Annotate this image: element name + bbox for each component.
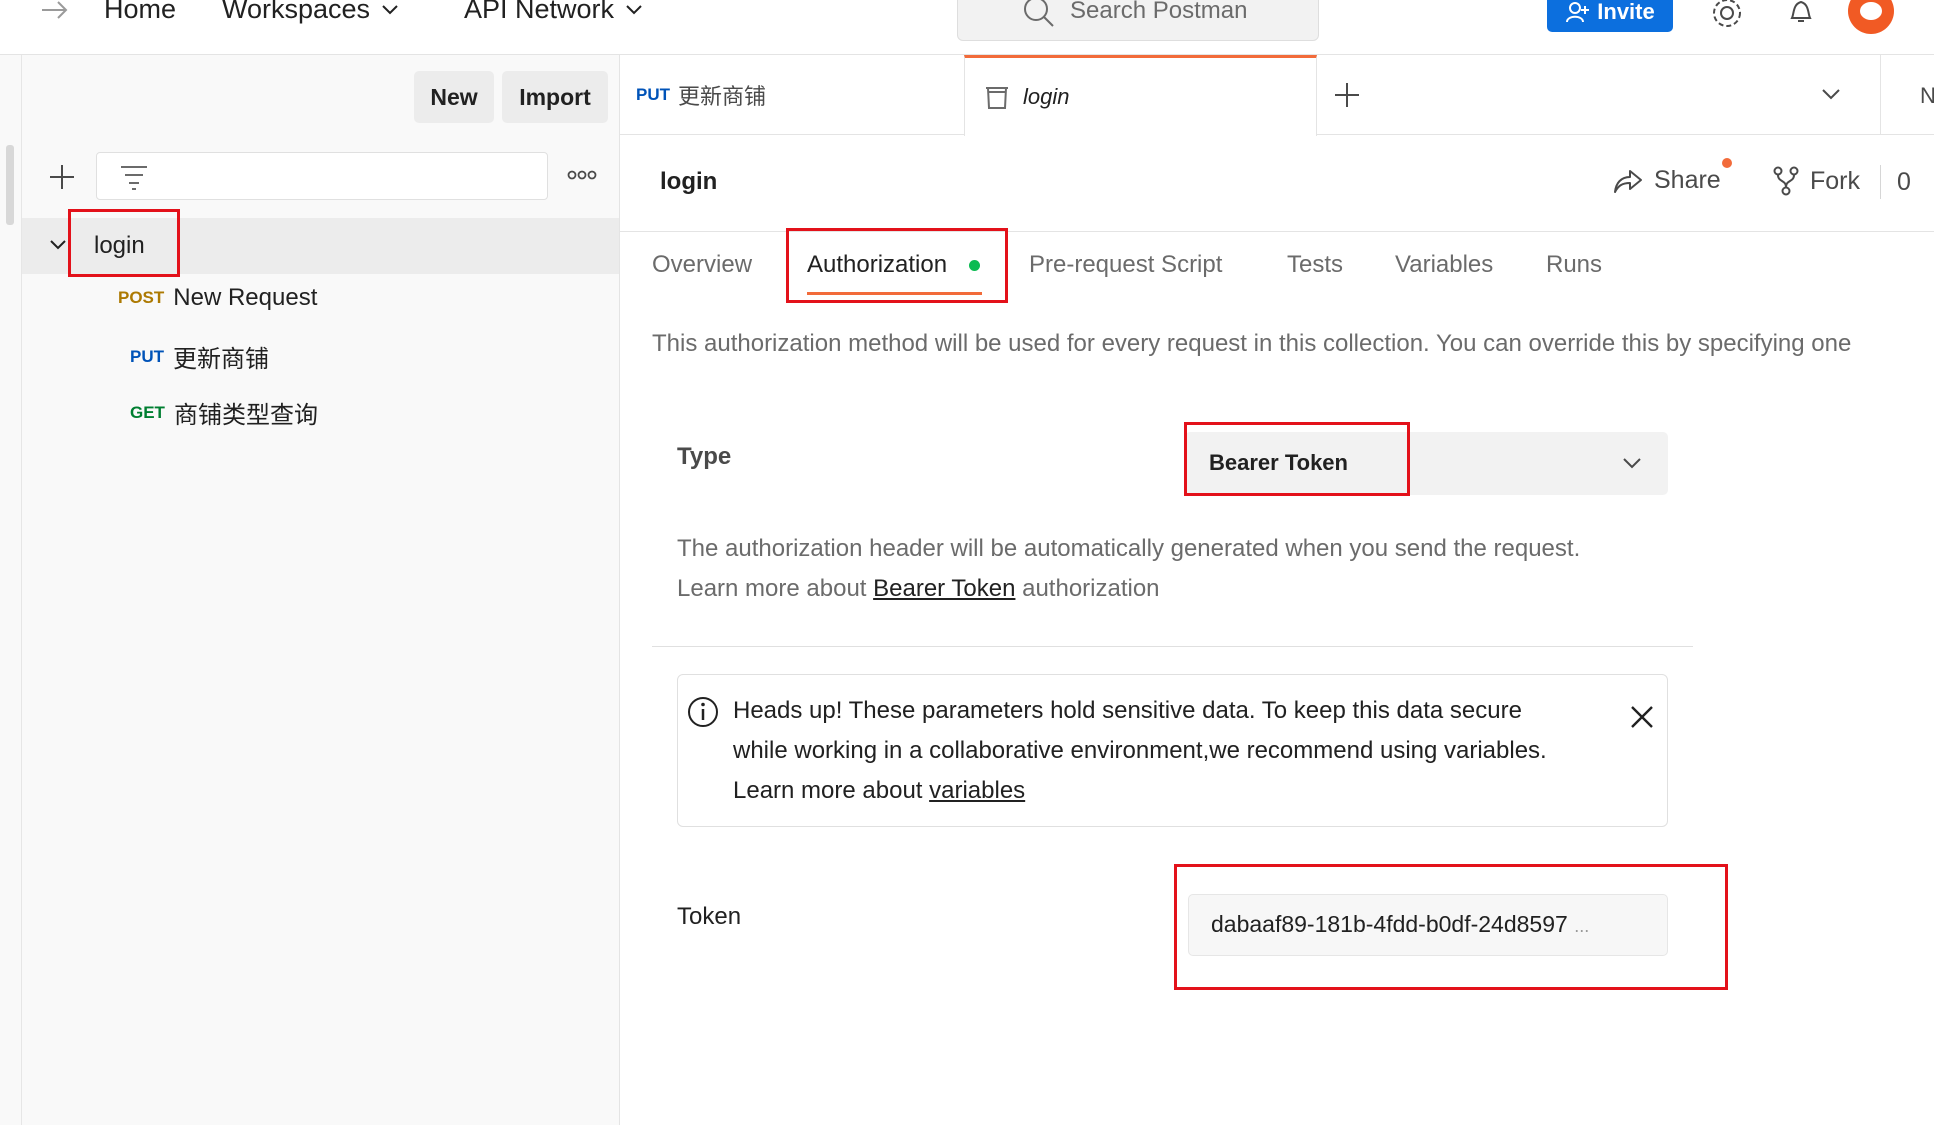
auth-help-learn-more: Learn more about Bearer Token authorizat… bbox=[677, 575, 1160, 603]
invite-button[interactable]: Invite bbox=[1547, 0, 1673, 32]
fork-icon bbox=[1773, 166, 1799, 196]
tab-runs[interactable]: Runs bbox=[1546, 251, 1602, 279]
bearer-token-link[interactable]: Bearer Token bbox=[873, 575, 1015, 602]
nav-home-label: Home bbox=[104, 0, 177, 24]
divider bbox=[1880, 165, 1881, 199]
active-tab-indicator bbox=[807, 292, 982, 295]
filter-input[interactable] bbox=[96, 152, 548, 200]
nav-home[interactable]: Home bbox=[104, 0, 176, 25]
learn-more-prefix: Learn more about bbox=[677, 575, 874, 602]
notification-dot bbox=[1722, 158, 1732, 168]
fork-button[interactable]: Fork bbox=[1772, 166, 1860, 196]
new-button-label: New bbox=[430, 83, 478, 110]
sensitive-data-alert: Heads up! These parameters hold sensitiv… bbox=[677, 674, 1668, 827]
import-button[interactable]: Import bbox=[502, 71, 608, 123]
token-text: dabaaf89-181b-4fdd-b0df-24d8597 bbox=[1211, 911, 1568, 937]
fork-count: 0 bbox=[1897, 168, 1911, 196]
tab-variables[interactable]: Variables bbox=[1395, 251, 1493, 279]
more-options-icon[interactable] bbox=[566, 167, 598, 183]
tab-label: login bbox=[1023, 84, 1070, 109]
learn-more-suffix: authorization bbox=[1015, 575, 1160, 602]
collection-item-login[interactable]: login bbox=[22, 218, 619, 274]
sidebar-rail bbox=[0, 55, 22, 1125]
tab-overview[interactable]: Overview bbox=[652, 251, 752, 279]
request-tabs: PUT 更新商铺 login N bbox=[620, 55, 1934, 136]
info-icon bbox=[688, 697, 718, 727]
request-item[interactable]: PUT 更新商铺 bbox=[130, 339, 269, 374]
top-bar: Home Workspaces API Network Search Postm… bbox=[0, 0, 1934, 55]
tab-pre-request-script[interactable]: Pre-request Script bbox=[1029, 251, 1222, 279]
search-placeholder: Search Postman bbox=[1070, 0, 1248, 24]
auth-help-text: The authorization header will be automat… bbox=[677, 535, 1581, 562]
request-method: GET bbox=[130, 402, 165, 422]
sidebar: New Import login POST New Request PUT 更新… bbox=[22, 55, 620, 1125]
tab-update-shop[interactable]: PUT 更新商铺 bbox=[636, 55, 766, 135]
section-divider bbox=[652, 646, 1693, 647]
alert-learn-more-prefix: Learn more about bbox=[733, 777, 930, 804]
filter-icon bbox=[121, 166, 147, 190]
token-value: dabaaf89-181b-4fdd-b0df-24d8597 ... bbox=[1211, 911, 1589, 938]
nav-api-network[interactable]: API Network bbox=[464, 0, 644, 25]
close-icon[interactable] bbox=[1628, 703, 1656, 731]
invite-label: Invite bbox=[1597, 0, 1655, 24]
fork-label: Fork bbox=[1810, 166, 1860, 195]
collection-icon bbox=[986, 87, 1008, 109]
auth-intro-text: This authorization method will be used f… bbox=[652, 330, 1852, 357]
environment-selector[interactable]: N bbox=[1920, 83, 1934, 109]
nav-workspaces[interactable]: Workspaces bbox=[222, 0, 400, 25]
chevron-down-icon bbox=[626, 4, 642, 14]
status-dot bbox=[969, 260, 980, 271]
alert-line: while working in a collaborative environ… bbox=[733, 737, 1547, 764]
tab-authorization[interactable]: Authorization bbox=[807, 251, 947, 279]
chevron-down-icon bbox=[1623, 458, 1641, 469]
gear-icon[interactable] bbox=[1710, 0, 1744, 30]
nav-api-network-label: API Network bbox=[464, 0, 615, 24]
alert-line: Heads up! These parameters hold sensitiv… bbox=[733, 697, 1522, 724]
add-user-icon bbox=[1566, 2, 1590, 23]
nav-workspaces-label: Workspaces bbox=[222, 0, 371, 24]
forward-arrow-icon[interactable] bbox=[40, 0, 70, 20]
search-icon bbox=[1024, 0, 1054, 27]
request-name: New Request bbox=[173, 284, 318, 311]
alert-learn-more: Learn more about variables bbox=[733, 771, 1025, 811]
rail-scroll-indicator[interactable] bbox=[6, 145, 14, 225]
auth-type-value: Bearer Token bbox=[1209, 450, 1348, 475]
plus-icon[interactable] bbox=[48, 163, 76, 191]
share-label: Share bbox=[1654, 166, 1721, 194]
tab-login[interactable]: login bbox=[964, 55, 1317, 136]
chevron-down-icon bbox=[382, 4, 398, 14]
bell-icon[interactable] bbox=[1786, 0, 1816, 26]
token-input[interactable]: dabaaf89-181b-4fdd-b0df-24d8597 ... bbox=[1188, 894, 1668, 956]
request-item[interactable]: GET 商铺类型查询 bbox=[130, 395, 318, 430]
plus-icon[interactable] bbox=[1333, 81, 1361, 109]
token-label: Token bbox=[677, 903, 742, 930]
chevron-down-icon[interactable] bbox=[48, 238, 68, 252]
collection-header bbox=[620, 135, 1934, 232]
type-label: Type bbox=[677, 443, 732, 470]
tab-tests[interactable]: Tests bbox=[1287, 251, 1343, 279]
request-name: 商铺类型查询 bbox=[173, 402, 318, 429]
page-title: login bbox=[660, 168, 718, 195]
auth-type-select[interactable]: Bearer Token bbox=[1185, 432, 1668, 495]
share-button[interactable]: Share bbox=[1612, 166, 1721, 195]
variables-link[interactable]: variables bbox=[929, 777, 1025, 804]
collection-name: login bbox=[94, 232, 145, 259]
search-input[interactable]: Search Postman bbox=[957, 0, 1319, 41]
tab-label: 更新商铺 bbox=[678, 84, 767, 109]
share-icon bbox=[1614, 169, 1642, 193]
avatar[interactable] bbox=[1848, 0, 1894, 34]
tab-method: PUT bbox=[636, 85, 670, 104]
import-button-label: Import bbox=[519, 83, 591, 110]
tab-divider bbox=[1880, 55, 1881, 135]
request-name: 更新商铺 bbox=[173, 346, 269, 373]
request-method: PUT bbox=[130, 346, 164, 366]
request-method: POST bbox=[118, 288, 165, 307]
request-item[interactable]: POST New Request bbox=[118, 284, 317, 312]
chevron-down-icon[interactable] bbox=[1820, 87, 1842, 103]
token-ellipsis: ... bbox=[1574, 916, 1590, 936]
new-button[interactable]: New bbox=[414, 71, 494, 123]
